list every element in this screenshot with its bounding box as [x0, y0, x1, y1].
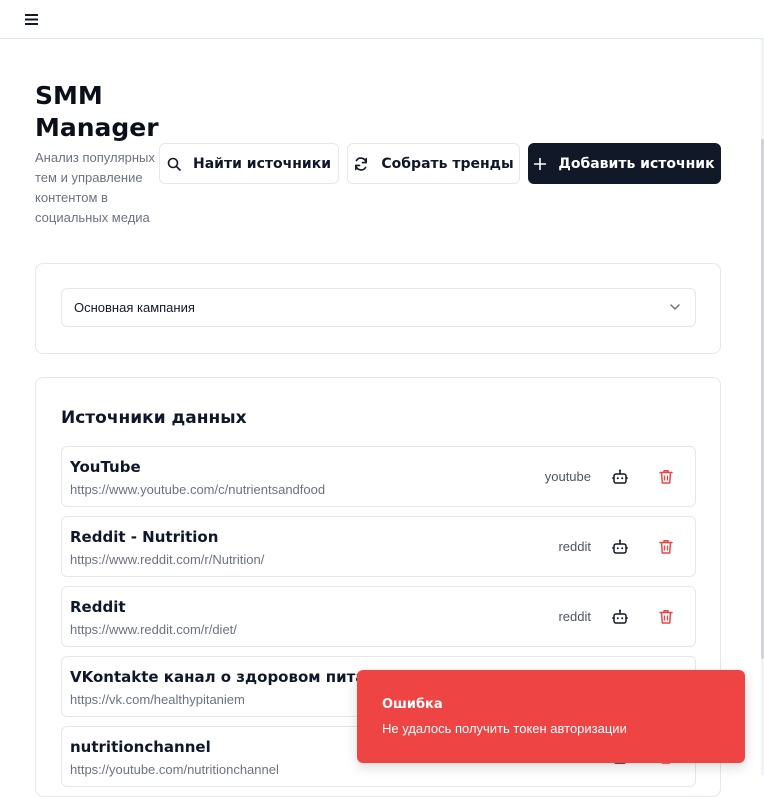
source-type: youtube: [544, 469, 591, 484]
toast-title: Ошибка: [382, 697, 443, 712]
source-name: VKontakte канал о здоровом питании: [70, 668, 397, 686]
chevron-down-icon: [670, 304, 680, 310]
source-url: https://www.youtube.com/c/nutrientsandfo…: [70, 482, 326, 497]
sources-title: Источники данных: [61, 408, 247, 428]
toast-message: Не удалось получить токен авторизации: [382, 721, 627, 736]
trash-icon[interactable]: [657, 608, 675, 626]
find-sources-button[interactable]: Найти источники: [159, 143, 339, 184]
source-item: Reddit https://www.reddit.com/r/diet/ re…: [61, 586, 696, 647]
collect-trends-label: Собрать тренды: [381, 155, 514, 172]
plus-icon: [534, 157, 547, 170]
find-sources-label: Найти источники: [192, 155, 332, 172]
source-item: Reddit - Nutrition https://www.reddit.co…: [61, 516, 696, 577]
trash-icon[interactable]: [657, 538, 675, 556]
collect-trends-button[interactable]: Собрать тренды: [347, 143, 520, 184]
source-name: YouTube: [70, 458, 141, 476]
bot-icon[interactable]: [611, 538, 629, 556]
source-url: https://vk.com/healthypitaniem: [70, 692, 245, 707]
search-icon: [167, 157, 181, 171]
page-subtitle: Анализ популярных тем и управление конте…: [35, 150, 155, 225]
source-name: Reddit: [70, 598, 126, 616]
source-type: reddit: [558, 539, 591, 554]
source-url: https://www.reddit.com/r/Nutrition/: [70, 552, 265, 567]
page-title: SMM Manager: [35, 81, 159, 142]
top-bar: [0, 0, 764, 39]
add-source-button[interactable]: Добавить источник: [528, 143, 721, 184]
source-item: YouTube https://www.youtube.com/c/nutrie…: [61, 446, 696, 507]
bot-icon[interactable]: [611, 468, 629, 486]
source-type: reddit: [558, 609, 591, 624]
hamburger-menu-icon[interactable]: [18, 8, 44, 30]
error-toast: Ошибка Не удалось получить токен авториз…: [357, 670, 745, 763]
trash-icon[interactable]: [657, 468, 675, 486]
source-name: nutritionchannel: [70, 738, 211, 756]
source-url: https://www.reddit.com/r/diet/: [70, 622, 237, 637]
add-source-label: Добавить источник: [558, 155, 715, 172]
source-name: Reddit - Nutrition: [70, 528, 219, 546]
campaign-select-value: Основная кампания: [74, 300, 195, 315]
bot-icon[interactable]: [611, 608, 629, 626]
refresh-icon: [355, 156, 368, 171]
campaign-card: Основная кампания: [35, 263, 721, 354]
campaign-select[interactable]: Основная кампания: [61, 288, 696, 327]
